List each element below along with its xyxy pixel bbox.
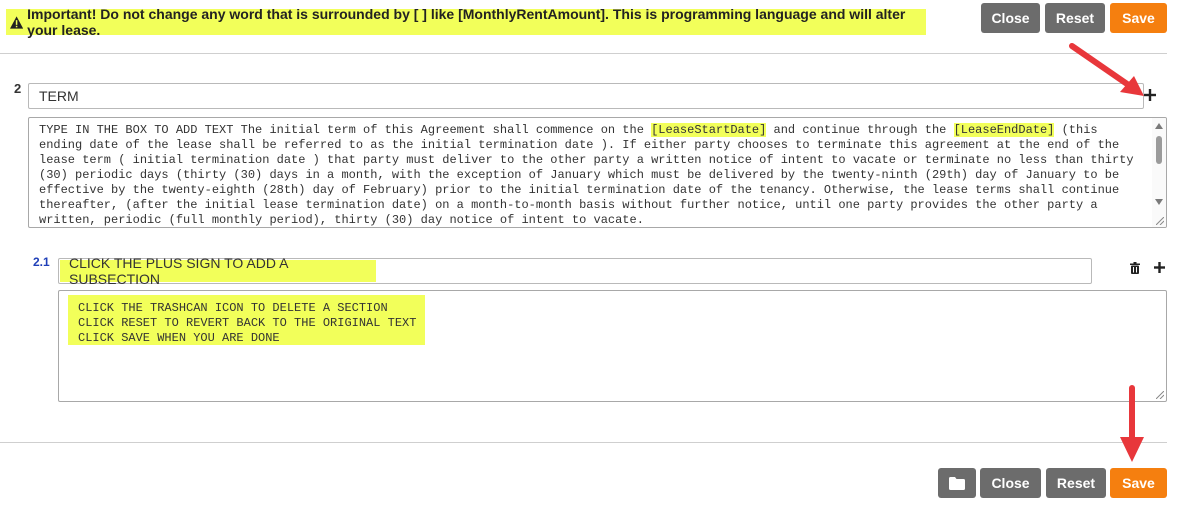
section-number: 2 bbox=[14, 81, 22, 96]
subsection-body-text: CLICK THE TRASHCAN ICON TO DELETE A SECT… bbox=[78, 301, 417, 345]
subsection-resize-handle-icon[interactable] bbox=[1156, 391, 1164, 399]
section-body-scrollbar[interactable] bbox=[1152, 118, 1166, 227]
subsection-body-highlight: CLICK THE TRASHCAN ICON TO DELETE A SECT… bbox=[68, 295, 425, 345]
bottom-close-button[interactable]: Close bbox=[980, 468, 1041, 498]
resize-handle-icon[interactable] bbox=[1156, 217, 1164, 225]
bottom-save-button[interactable]: Save bbox=[1110, 468, 1167, 498]
top-close-button[interactable]: Close bbox=[981, 3, 1040, 33]
subsection-number: 2.1 bbox=[33, 255, 50, 269]
subsection-title-text: CLICK THE PLUS SIGN TO ADD A SUBSECTION bbox=[60, 255, 376, 287]
top-divider bbox=[0, 53, 1167, 54]
bottom-divider bbox=[0, 442, 1167, 443]
warning-banner: Important! Do not change any word that i… bbox=[6, 6, 926, 38]
placeholder-lease-start-date: [LeaseStartDate] bbox=[651, 123, 767, 137]
top-reset-button[interactable]: Reset bbox=[1045, 3, 1105, 33]
warning-icon bbox=[10, 15, 24, 29]
top-save-button[interactable]: Save bbox=[1110, 3, 1167, 33]
trash-icon[interactable] bbox=[1130, 262, 1140, 274]
subsection-plus-icon[interactable] bbox=[1154, 262, 1165, 273]
warning-text: Important! Do not change any word that i… bbox=[27, 6, 906, 38]
scroll-thumb[interactable] bbox=[1156, 136, 1162, 164]
section-title-input[interactable]: TERM bbox=[28, 83, 1144, 109]
scroll-up-icon[interactable] bbox=[1155, 123, 1163, 129]
subsection-title-input[interactable]: CLICK THE PLUS SIGN TO ADD A SUBSECTION bbox=[58, 255, 1092, 287]
section-body-text: TYPE IN THE BOX TO ADD TEXT The initial … bbox=[39, 123, 1134, 227]
placeholder-lease-end-date: [LeaseEndDate] bbox=[953, 123, 1055, 137]
annotation-arrow-down-icon bbox=[1120, 385, 1144, 462]
folder-button[interactable] bbox=[938, 468, 976, 498]
bottom-reset-button[interactable]: Reset bbox=[1046, 468, 1106, 498]
folder-icon bbox=[949, 476, 965, 490]
section-body-textarea[interactable]: TYPE IN THE BOX TO ADD TEXT The initial … bbox=[28, 117, 1167, 228]
annotation-arrow-icon bbox=[1069, 43, 1144, 96]
scroll-down-icon[interactable] bbox=[1155, 199, 1163, 205]
